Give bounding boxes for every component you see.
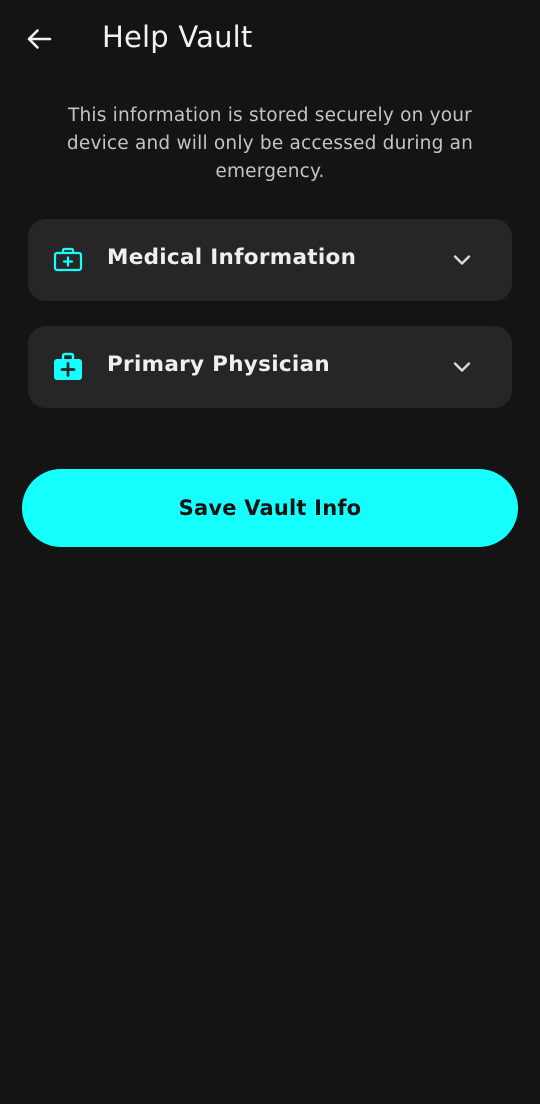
medical-bag-filled-icon [52,351,84,383]
chevron-down-icon[interactable] [450,248,474,272]
section-label: Medical Information [107,245,357,270]
primary-physician-section[interactable]: Primary Physician [28,326,512,408]
arrow-left-icon [26,28,52,54]
section-label: Primary Physician [107,352,331,377]
app-bar: Help Vault [0,0,540,80]
chevron-down-icon[interactable] [450,355,474,379]
back-button[interactable] [22,24,56,58]
page-title: Help Vault [102,20,253,54]
save-vault-button[interactable]: Save Vault Info [22,469,518,547]
medical-kit-outline-icon [52,244,84,276]
vault-description: This information is stored securely on y… [66,105,474,182]
medical-information-section[interactable]: Medical Information [28,219,512,301]
